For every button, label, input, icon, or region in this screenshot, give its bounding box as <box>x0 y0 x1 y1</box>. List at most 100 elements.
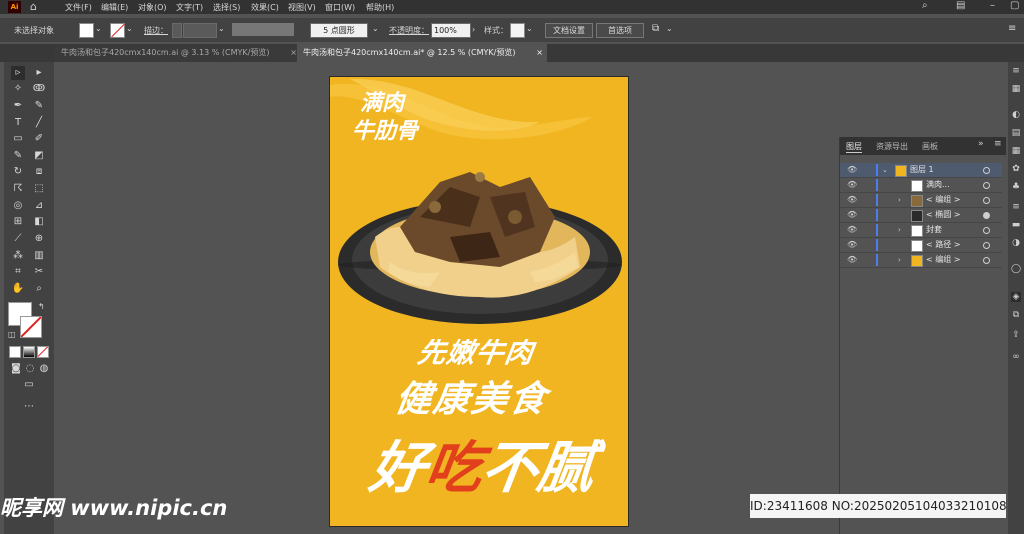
brushes-icon[interactable]: ✿ <box>1011 164 1021 174</box>
column-graph-icon[interactable]: ▥ <box>32 249 46 263</box>
stroke-stepper[interactable] <box>172 23 182 38</box>
layer-row-3[interactable]: 👁 › < 编组 > <box>840 193 1002 208</box>
menu-type[interactable]: 文字(T) <box>176 2 203 13</box>
visibility-eye-icon[interactable]: 👁 <box>847 238 857 252</box>
chevron-down-icon[interactable]: ⌄ <box>666 24 673 33</box>
libraries-icon[interactable]: ▦ <box>1011 84 1021 94</box>
chevron-down-icon[interactable]: ⌄ <box>372 24 379 33</box>
layer-name[interactable]: 图层 1 <box>910 163 934 177</box>
preferences-button[interactable]: 首选项 <box>596 23 644 38</box>
artboard[interactable]: 满肉 牛肋骨 先嫩牛肉 健康美食 好吃不腻 <box>330 77 628 526</box>
perspective-grid-icon[interactable]: ⊿ <box>32 199 46 213</box>
direct-selection-tool-icon[interactable]: ▸ <box>32 66 46 80</box>
arrange-documents-icon[interactable]: ⧉ <box>652 23 659 34</box>
color-icon[interactable]: ◐ <box>1011 110 1021 120</box>
collapse-icon[interactable]: » <box>978 139 984 149</box>
home-icon[interactable]: ⌂ <box>30 0 37 13</box>
close-icon[interactable]: × <box>536 44 543 62</box>
color-mode-icon[interactable] <box>9 346 21 358</box>
screen-mode-icon[interactable]: ▭ <box>22 378 36 392</box>
menu-file[interactable]: 文件(F) <box>65 2 92 13</box>
artboards-icon[interactable]: ⧉ <box>1011 310 1021 320</box>
target-icon[interactable] <box>983 227 990 234</box>
gradient-icon[interactable]: ▬ <box>1011 220 1021 230</box>
none-mode-icon[interactable] <box>37 346 49 358</box>
visibility-eye-icon[interactable]: 👁 <box>847 223 857 237</box>
eraser-icon[interactable]: ◩ <box>32 149 46 163</box>
chevron-down-icon[interactable]: ⌄ <box>882 163 888 177</box>
visibility-eye-icon[interactable]: 👁 <box>847 193 857 207</box>
type-tool-icon[interactable]: T <box>11 116 25 130</box>
workspace-icon[interactable]: ▤ <box>956 0 965 11</box>
warp-tool-icon[interactable]: ☈ <box>11 182 25 196</box>
draw-behind-icon[interactable]: ◌ <box>23 362 37 376</box>
chevron-down-icon[interactable]: ⌄ <box>126 24 133 33</box>
default-colors-icon[interactable]: ◫ <box>8 330 16 339</box>
panel-menu-icon[interactable]: ≡ <box>994 139 1002 149</box>
layer-name[interactable]: < 编组 > <box>926 193 961 207</box>
appearance-icon[interactable]: ◯ <box>1011 264 1021 274</box>
chevron-right-icon[interactable]: › <box>472 25 475 34</box>
tab-document-1[interactable]: 牛肉汤和包子420cmx140cm.ai @ 3.13 % (CMYK/预览) … <box>55 44 301 62</box>
chevron-right-icon[interactable]: › <box>898 253 901 267</box>
curvature-tool-icon[interactable]: ✎ <box>32 99 46 113</box>
line-tool-icon[interactable]: ╱ <box>32 116 46 130</box>
document-setup-button[interactable]: 文档设置 <box>545 23 593 38</box>
menu-edit[interactable]: 编辑(E) <box>101 2 128 13</box>
lasso-icon[interactable]: ↂ <box>32 82 46 96</box>
tab-layers[interactable]: 图层 <box>846 141 862 153</box>
mesh-tool-icon[interactable]: ⊞ <box>11 215 25 229</box>
target-icon[interactable] <box>983 242 990 249</box>
shaper-tool-icon[interactable]: ✎ <box>11 149 25 163</box>
artboard-tool-icon[interactable]: ⌗ <box>11 265 25 279</box>
opacity-label[interactable]: 不透明度： <box>389 25 429 36</box>
rotate-tool-icon[interactable]: ↻ <box>11 165 25 179</box>
visibility-eye-icon[interactable]: 👁 <box>847 178 857 192</box>
asset-export-icon[interactable]: ⇪ <box>1011 330 1021 340</box>
gradient-tool-icon[interactable]: ◧ <box>32 215 46 229</box>
symbol-sprayer-icon[interactable]: ⁂ <box>11 249 25 263</box>
eyedropper-icon[interactable]: ⟋ <box>11 232 25 246</box>
paintbrush-icon[interactable]: ✐ <box>32 132 46 146</box>
minimize-icon[interactable]: – <box>990 0 995 11</box>
layer-row-1[interactable]: 👁 ⌄ 图层 1 <box>840 163 1002 178</box>
chevron-down-icon[interactable]: ⌄ <box>95 24 102 33</box>
visibility-eye-icon[interactable]: 👁 <box>847 163 857 177</box>
gradient-mode-icon[interactable] <box>23 346 35 358</box>
blend-tool-icon[interactable]: ⊕ <box>32 232 46 246</box>
layer-row-4[interactable]: 👁 < 椭圆 > <box>840 208 1002 223</box>
target-icon[interactable] <box>983 197 990 204</box>
scale-tool-icon[interactable]: ⧈ <box>32 165 46 179</box>
variable-width-profile[interactable] <box>232 23 294 36</box>
menu-object[interactable]: 对象(O) <box>138 2 167 13</box>
maximize-icon[interactable]: ▢ <box>1010 0 1019 11</box>
brush-definition[interactable]: 5 点圆形 <box>310 23 368 38</box>
menu-effect[interactable]: 效果(C) <box>251 2 279 13</box>
visibility-eye-icon[interactable]: 👁 <box>847 208 857 222</box>
more-tools-icon[interactable]: ⋯ <box>22 400 36 414</box>
links-icon[interactable]: ∞ <box>1011 352 1021 362</box>
fill-swatch[interactable] <box>79 23 94 38</box>
layer-name[interactable]: 满肉... <box>926 178 950 192</box>
menu-window[interactable]: 窗口(W) <box>325 2 355 13</box>
swatches-icon[interactable]: ▦ <box>1011 146 1021 156</box>
chevron-down-icon[interactable]: ⌄ <box>218 24 225 33</box>
menu-select[interactable]: 选择(S) <box>213 2 240 13</box>
pen-tool-icon[interactable]: ✒ <box>11 99 25 113</box>
layer-row-2[interactable]: 👁 满肉... <box>840 178 1002 193</box>
hand-tool-icon[interactable]: ✋ <box>11 282 25 296</box>
menu-help[interactable]: 帮助(H) <box>366 2 394 13</box>
stroke-icon[interactable]: ≡ <box>1011 202 1021 212</box>
target-icon[interactable] <box>983 257 990 264</box>
draw-normal-icon[interactable]: ◙ <box>9 362 23 376</box>
tab-asset-export[interactable]: 资源导出 <box>876 141 908 152</box>
free-transform-icon[interactable]: ⬚ <box>32 182 46 196</box>
stroke-color-icon[interactable] <box>20 316 42 338</box>
search-icon[interactable]: ⌕ <box>922 0 928 11</box>
opacity-input[interactable]: 100% <box>431 23 471 38</box>
stroke-swatch[interactable] <box>110 23 125 38</box>
swap-colors-icon[interactable]: ↰ <box>38 302 45 311</box>
close-icon[interactable]: × <box>290 44 297 62</box>
symbols-icon[interactable]: ♣ <box>1011 182 1021 192</box>
tab-document-2[interactable]: 牛肉汤和包子420cmx140cm.ai* @ 12.5 % (CMYK/预览)… <box>297 44 547 62</box>
